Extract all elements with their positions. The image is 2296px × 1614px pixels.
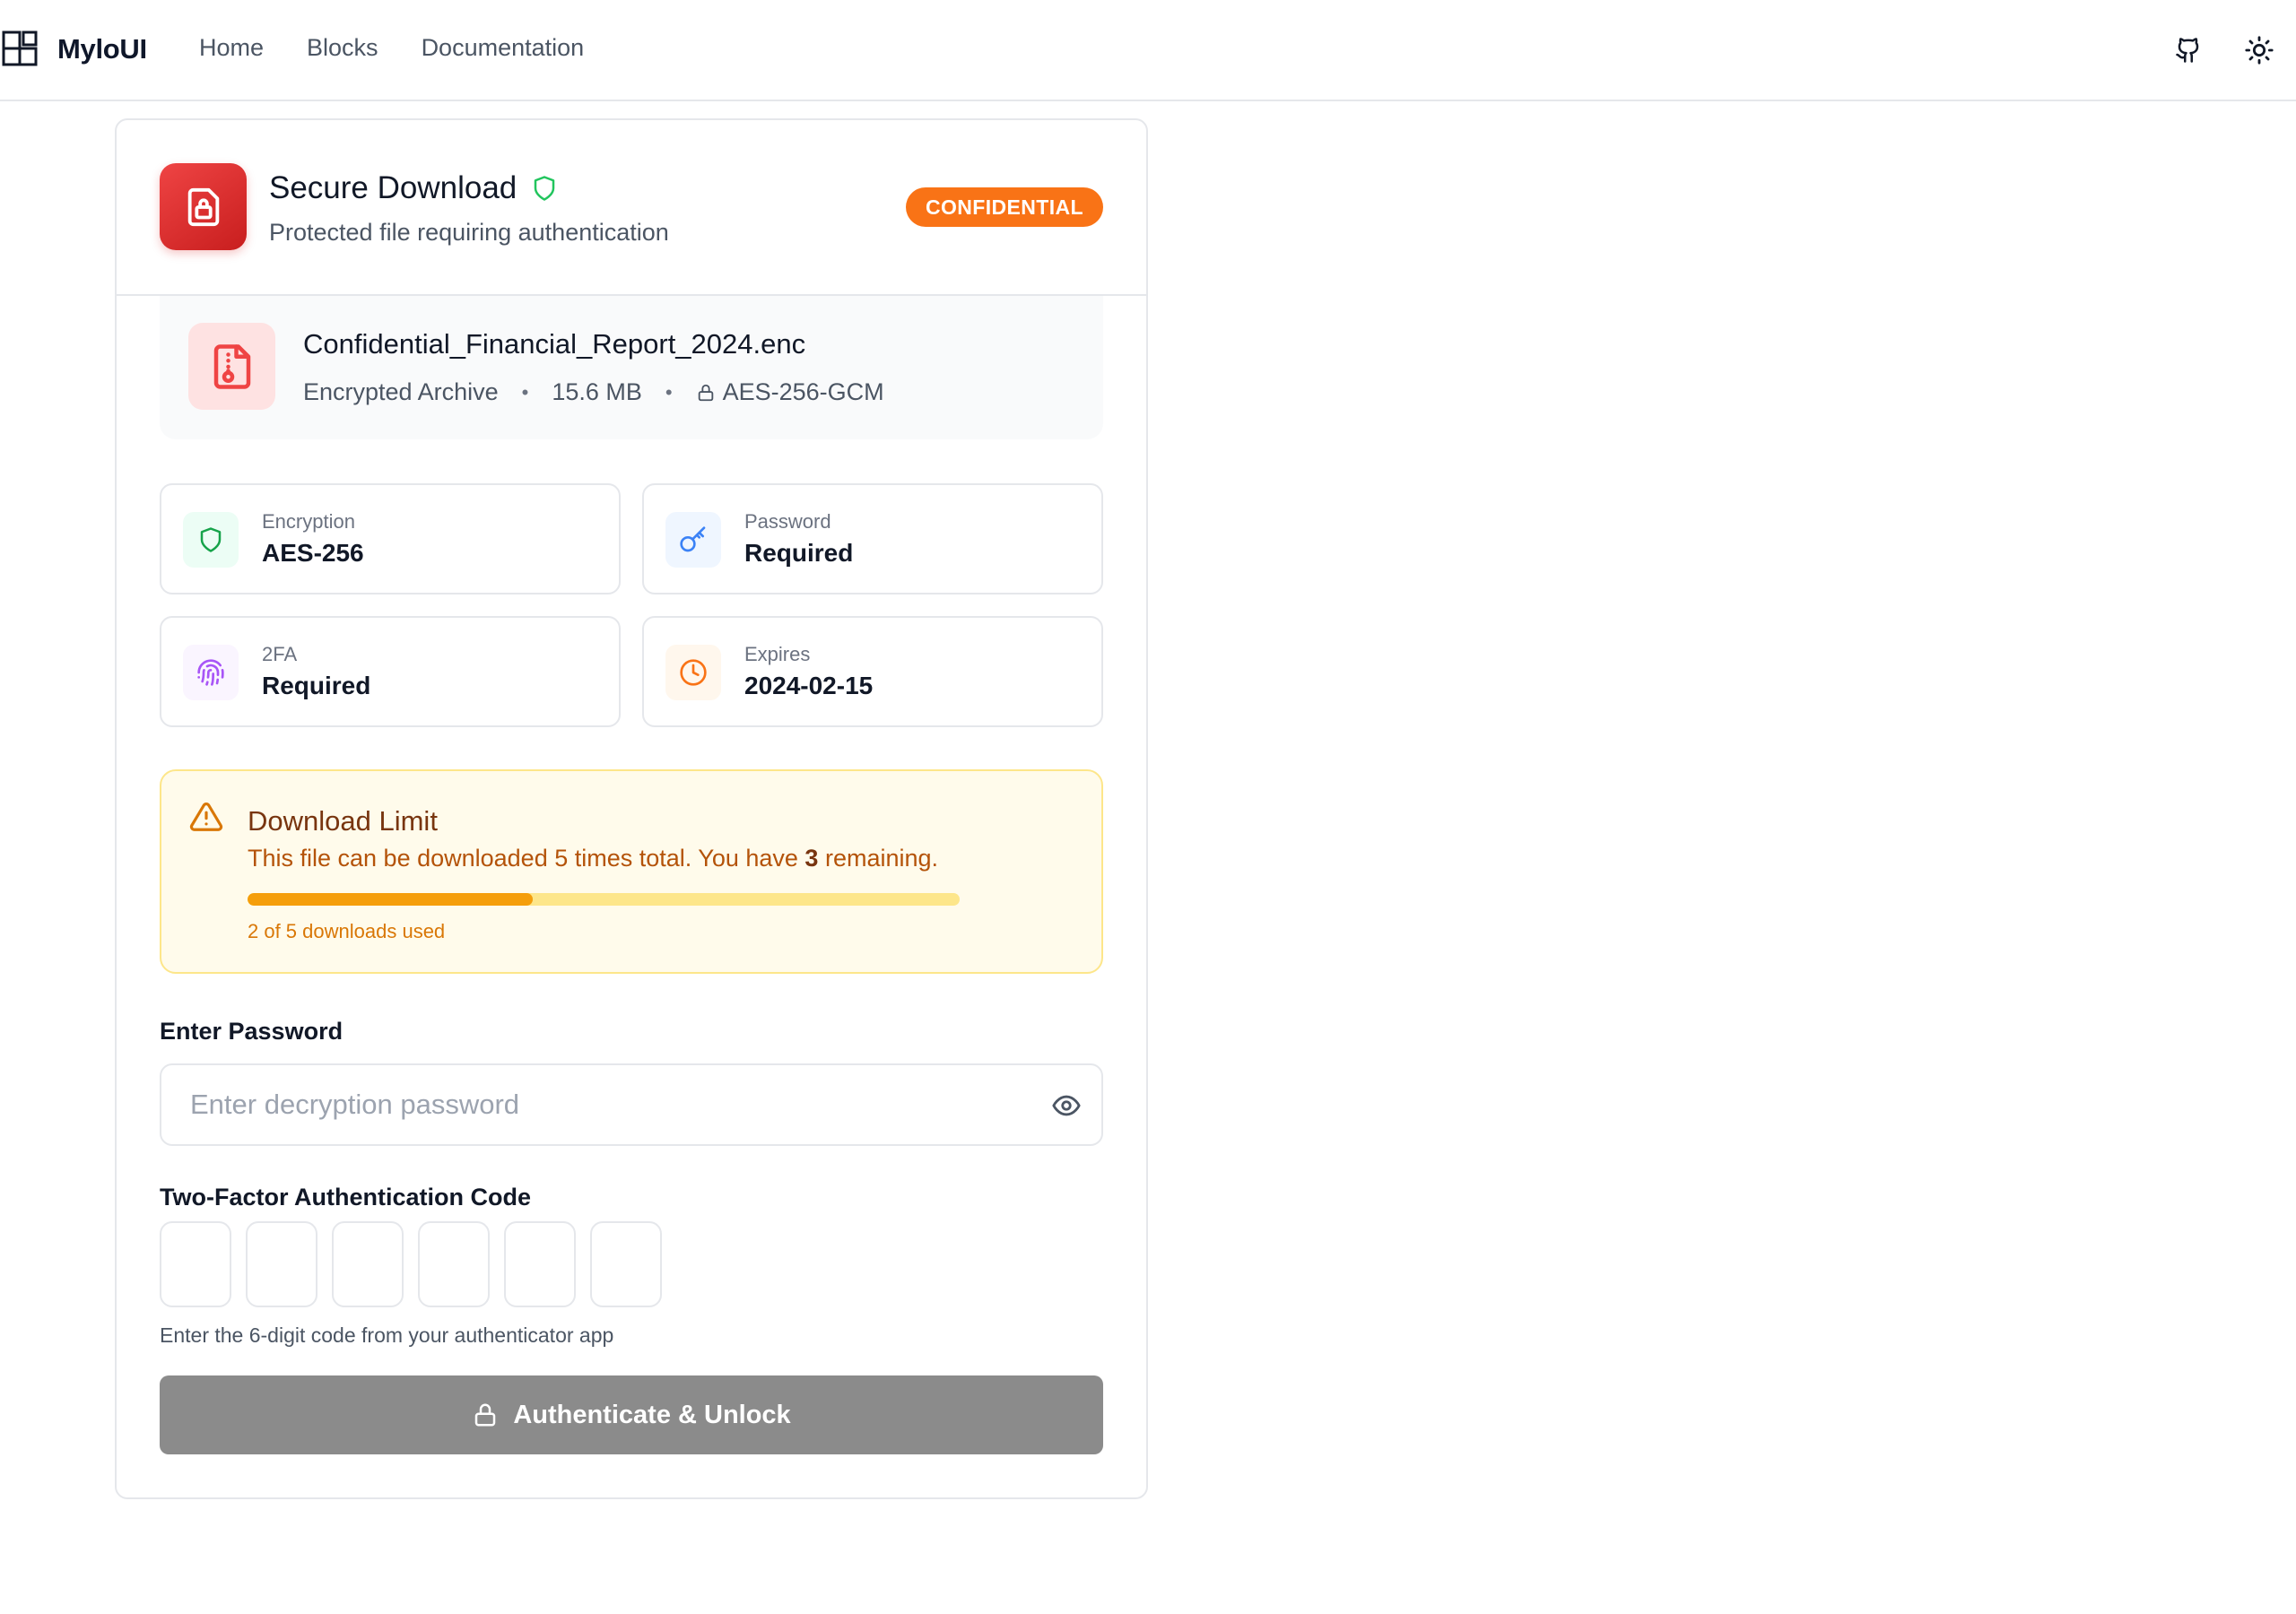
sun-icon bbox=[2245, 36, 2274, 65]
stat-value: Required bbox=[744, 539, 854, 567]
eye-icon[interactable] bbox=[1051, 1090, 1082, 1121]
confidential-badge: CONFIDENTIAL bbox=[905, 187, 1103, 227]
stat-password: Password Required bbox=[642, 483, 1103, 594]
password-label: Enter Password bbox=[160, 1018, 344, 1045]
nav-blocks[interactable]: Blocks bbox=[307, 34, 378, 62]
separator: • bbox=[521, 380, 529, 404]
top-navbar: MyloUI Home Blocks Documentation bbox=[0, 0, 2296, 101]
stat-value: 2024-02-15 bbox=[744, 672, 874, 699]
stat-expires: Expires 2024-02-15 bbox=[642, 616, 1103, 727]
nav-home[interactable]: Home bbox=[199, 34, 264, 62]
shield-check-icon bbox=[535, 176, 555, 201]
limit-text-after: remaining. bbox=[818, 845, 939, 872]
otp-digit-input[interactable] bbox=[418, 1221, 490, 1307]
brand-name: MyloUI bbox=[57, 33, 147, 65]
file-icon-badge bbox=[188, 323, 275, 410]
downloads-used-text: 2 of 5 downloads used bbox=[248, 920, 446, 942]
otp-label: Two-Factor Authentication Code bbox=[160, 1184, 531, 1210]
otp-digit-input[interactable] bbox=[246, 1221, 317, 1307]
limit-text-before: This file can be downloaded 5 times tota… bbox=[248, 845, 805, 872]
main-nav: Home Blocks Documentation bbox=[199, 34, 627, 62]
limit-text: This file can be downloaded 5 times tota… bbox=[248, 845, 938, 872]
file-type: Encrypted Archive bbox=[303, 378, 499, 405]
downloads-progress-bar bbox=[248, 893, 960, 906]
otp-digit-input[interactable] bbox=[332, 1221, 404, 1307]
github-button[interactable] bbox=[2170, 32, 2206, 68]
download-limit-alert: Download Limit This file can be download… bbox=[160, 769, 1103, 974]
fingerprint-icon bbox=[197, 659, 224, 686]
file-info: Confidential_Financial_Report_2024.enc E… bbox=[160, 296, 1103, 439]
brand-link[interactable]: MyloUI bbox=[2, 30, 147, 68]
stat-label: Password bbox=[744, 510, 831, 533]
file-size: 15.6 MB bbox=[552, 378, 642, 405]
stat-label: 2FA bbox=[262, 643, 298, 665]
card-title: Secure Download bbox=[269, 170, 517, 205]
file-key-icon bbox=[213, 343, 250, 389]
file-meta: Encrypted Archive • 15.6 MB • AES-256-GC… bbox=[303, 378, 884, 406]
stat-2fa: 2FA Required bbox=[160, 616, 621, 727]
stat-value: Required bbox=[262, 672, 371, 699]
theme-toggle-button[interactable] bbox=[2241, 32, 2277, 68]
submit-label: Authenticate & Unlock bbox=[513, 1400, 791, 1429]
title-row: Secure Download bbox=[269, 170, 558, 206]
otp-digit-input[interactable] bbox=[504, 1221, 576, 1307]
stat-label: Expires bbox=[744, 643, 811, 665]
password-field bbox=[160, 1063, 1103, 1146]
stat-value: AES-256 bbox=[262, 539, 364, 567]
stat-icon-wrap bbox=[665, 512, 721, 568]
shield-icon bbox=[200, 527, 222, 552]
stat-icon-wrap bbox=[665, 645, 721, 700]
otp-hint: Enter the 6-digit code from your authent… bbox=[160, 1323, 614, 1347]
password-input[interactable] bbox=[190, 1065, 997, 1144]
github-icon bbox=[2176, 38, 2199, 63]
key-icon bbox=[680, 526, 706, 552]
file-name: Confidential_Financial_Report_2024.enc bbox=[303, 328, 806, 360]
card-header: Secure Download Protected file requiring… bbox=[117, 120, 1146, 296]
remaining-count: 3 bbox=[804, 845, 819, 872]
blocks-logo-icon bbox=[2, 30, 38, 66]
stat-label: Encryption bbox=[262, 510, 355, 533]
downloads-progress-fill bbox=[248, 893, 533, 906]
secure-download-card: Secure Download Protected file requiring… bbox=[115, 118, 1148, 1499]
limit-title: Download Limit bbox=[248, 805, 438, 837]
stat-icon-wrap bbox=[183, 645, 239, 700]
authenticate-unlock-button[interactable]: Authenticate & Unlock bbox=[160, 1375, 1103, 1454]
file-lock-badge bbox=[160, 163, 247, 250]
otp-digit-input[interactable] bbox=[590, 1221, 662, 1307]
card-subtitle: Protected file requiring authentication bbox=[269, 219, 669, 246]
warning-triangle-icon bbox=[189, 803, 223, 831]
file-lock-icon bbox=[187, 187, 219, 226]
stat-encryption: Encryption AES-256 bbox=[160, 483, 621, 594]
clock-icon bbox=[680, 659, 707, 686]
otp-digit-input[interactable] bbox=[160, 1221, 231, 1307]
lock-icon bbox=[698, 384, 713, 401]
separator: • bbox=[665, 380, 673, 404]
lock-icon bbox=[475, 1403, 496, 1427]
nav-documentation[interactable]: Documentation bbox=[422, 34, 585, 62]
file-cipher: AES-256-GCM bbox=[722, 378, 884, 405]
stat-icon-wrap bbox=[183, 512, 239, 568]
